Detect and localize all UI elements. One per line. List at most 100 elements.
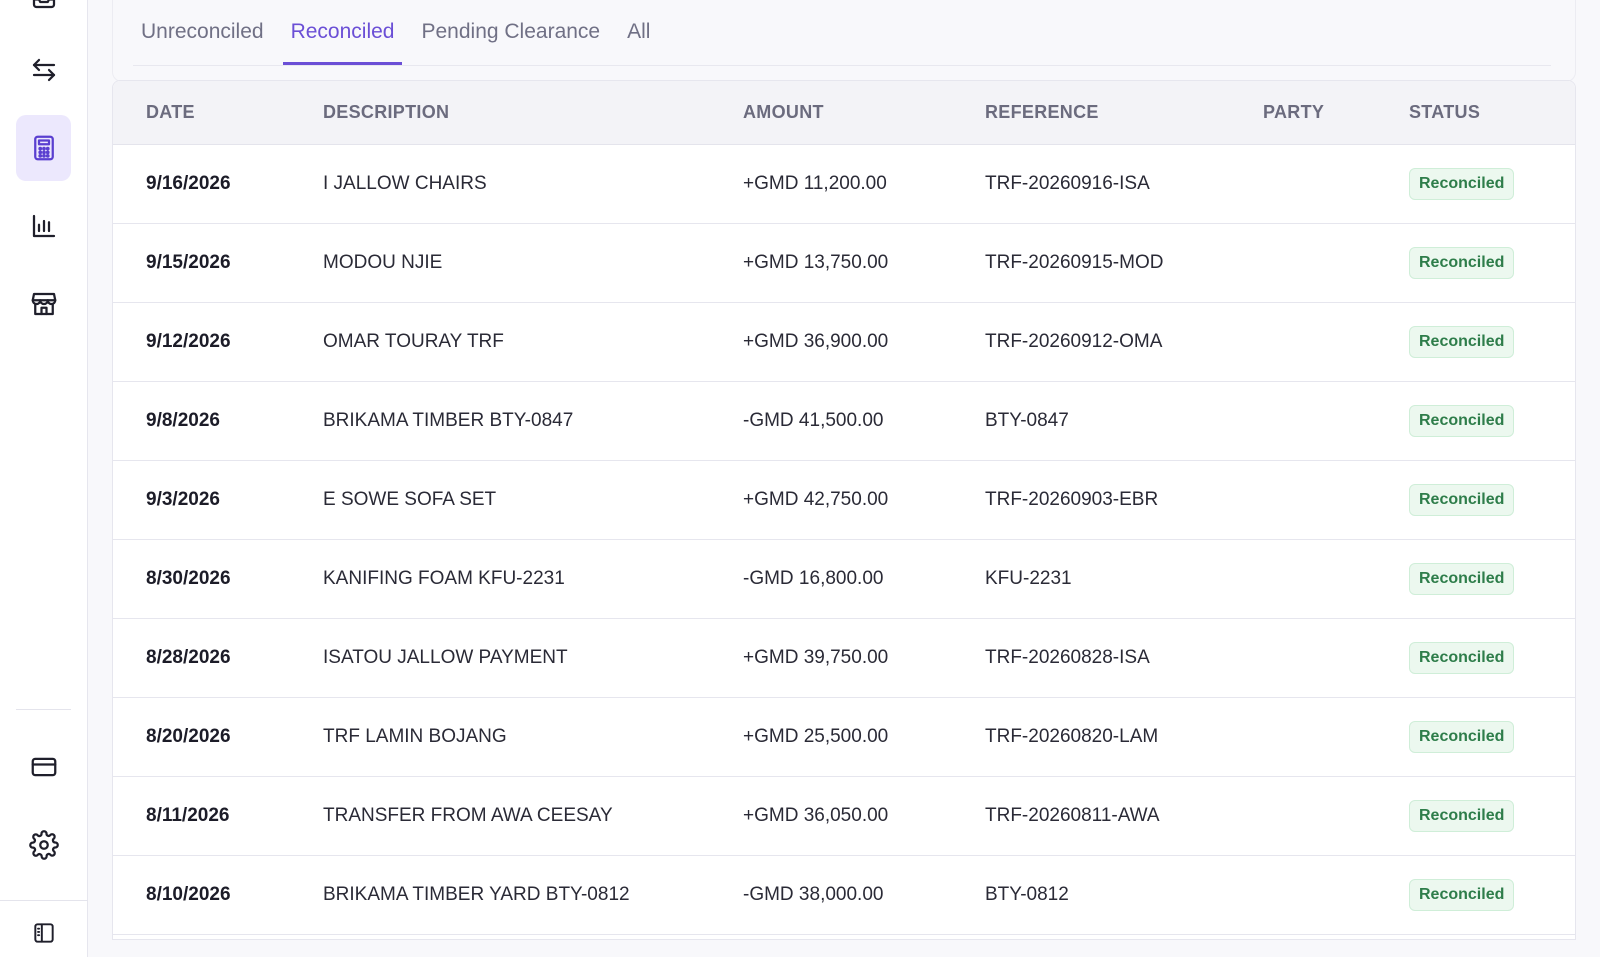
cell-party (1263, 381, 1409, 460)
tab-unreconciled[interactable]: Unreconciled (133, 20, 272, 65)
cell-reference: TRF-20260912-OMA (985, 330, 1163, 352)
cell-status: Reconciled (1409, 776, 1575, 855)
main-content: Unreconciled Reconciled Pending Clearanc… (112, 0, 1576, 957)
cell-description: OMAR TOURAY TRF (323, 330, 504, 352)
transactions-table-container: DATE DESCRIPTION AMOUNT REFERENCE PARTY … (112, 80, 1576, 940)
cell-party (1263, 618, 1409, 697)
cell-date: 8/10/2026 (146, 883, 231, 905)
cell-description: MODOU NJIE (323, 251, 443, 273)
sidebar-item-store[interactable] (16, 271, 71, 337)
cell-status: Reconciled (1409, 539, 1575, 618)
status-badge: Reconciled (1409, 720, 1515, 753)
cell-reference: TRF-20260916-ISA (985, 172, 1150, 194)
cell-date: 8/28/2026 (146, 646, 231, 668)
cell-date: 8/11/2026 (146, 804, 230, 826)
transactions-table: DATE DESCRIPTION AMOUNT REFERENCE PARTY … (113, 81, 1575, 935)
cell-description: KANIFING FOAM KFU-2231 (323, 567, 565, 589)
cell-party (1263, 855, 1409, 934)
cell-description: I JALLOW CHAIRS (323, 172, 487, 194)
column-header-party[interactable]: PARTY (1263, 81, 1409, 145)
cell-description: ISATOU JALLOW PAYMENT (323, 646, 568, 668)
transfer-arrows-icon (32, 58, 55, 82)
sidebar-divider (16, 709, 71, 710)
cell-amount: +GMD 39,750.00 (743, 646, 889, 668)
cell-amount: +GMD 11,200.00 (743, 172, 887, 194)
cell-amount: +GMD 42,750.00 (743, 488, 889, 510)
cell-date: 9/12/2026 (146, 330, 231, 352)
status-badge: Reconciled (1409, 325, 1515, 358)
column-header-date[interactable]: DATE (113, 81, 323, 145)
cell-description: TRANSFER FROM AWA CEESAY (323, 804, 613, 826)
cell-amount: -GMD 38,000.00 (743, 883, 884, 905)
column-header-description[interactable]: DESCRIPTION (323, 81, 743, 145)
cell-reference: TRF-20260915-MOD (985, 251, 1164, 273)
cell-status: Reconciled (1409, 460, 1575, 539)
table-row[interactable]: 9/15/2026 MODOU NJIE +GMD 13,750.00 TRF-… (113, 223, 1575, 302)
cell-date: 9/16/2026 (146, 172, 231, 194)
sidebar-item-inbox[interactable] (16, 0, 71, 30)
sidebar-item-transfers[interactable] (16, 37, 71, 103)
credit-card-icon (31, 757, 56, 777)
cell-description: TRF LAMIN BOJANG (323, 725, 507, 747)
bar-chart-icon (32, 214, 55, 238)
cell-party (1263, 223, 1409, 302)
tab-reconciled[interactable]: Reconciled (282, 20, 403, 65)
cell-status: Reconciled (1409, 697, 1575, 776)
gear-icon (28, 830, 59, 860)
sidebar-item-settings[interactable] (16, 812, 71, 878)
cell-status: Reconciled (1409, 223, 1575, 302)
cell-status: Reconciled (1409, 302, 1575, 381)
sidebar-item-cards[interactable] (16, 734, 71, 800)
cell-party (1263, 460, 1409, 539)
column-header-status[interactable]: STATUS (1409, 81, 1575, 145)
cell-amount: -GMD 16,800.00 (743, 567, 884, 589)
column-header-amount[interactable]: AMOUNT (743, 81, 985, 145)
table-row[interactable]: 8/11/2026 TRANSFER FROM AWA CEESAY +GMD … (113, 776, 1575, 855)
cell-reference: KFU-2231 (985, 567, 1072, 589)
cell-reference: TRF-20260820-LAM (985, 725, 1159, 747)
cell-date: 9/3/2026 (146, 488, 220, 510)
status-badge: Reconciled (1409, 562, 1515, 595)
cell-amount: +GMD 25,500.00 (743, 725, 889, 747)
table-row[interactable]: 8/30/2026 KANIFING FOAM KFU-2231 -GMD 16… (113, 539, 1575, 618)
cell-reference: BTY-0847 (985, 409, 1069, 431)
cell-reference: TRF-20260828-ISA (985, 646, 1150, 668)
cell-status: Reconciled (1409, 618, 1575, 697)
table-row[interactable]: 9/16/2026 I JALLOW CHAIRS +GMD 11,200.00… (113, 144, 1575, 223)
tab-all[interactable]: All (619, 20, 658, 65)
cell-status: Reconciled (1409, 144, 1575, 223)
table-row[interactable]: 8/28/2026 ISATOU JALLOW PAYMENT +GMD 39,… (113, 618, 1575, 697)
table-row[interactable]: 8/10/2026 BRIKAMA TIMBER YARD BTY-0812 -… (113, 855, 1575, 934)
table-row[interactable]: 9/3/2026 E SOWE SOFA SET +GMD 42,750.00 … (113, 460, 1575, 539)
tab-pending-clearance[interactable]: Pending Clearance (413, 20, 608, 65)
column-header-reference[interactable]: REFERENCE (985, 81, 1263, 145)
cell-amount: -GMD 41,500.00 (743, 409, 884, 431)
status-tabs: Unreconciled Reconciled Pending Clearanc… (133, 0, 1551, 66)
sidebar-toggle-icon (33, 923, 54, 943)
calculator-icon (33, 135, 54, 161)
sidebar-collapse-button[interactable] (16, 900, 71, 957)
table-row[interactable]: 9/8/2026 BRIKAMA TIMBER BTY-0847 -GMD 41… (113, 381, 1575, 460)
cell-party (1263, 697, 1409, 776)
table-row[interactable]: 9/12/2026 OMAR TOURAY TRF +GMD 36,900.00… (113, 302, 1575, 381)
status-badge: Reconciled (1409, 641, 1515, 674)
cell-date: 8/20/2026 (146, 725, 231, 747)
sidebar-item-reconciliation[interactable] (16, 115, 71, 181)
cell-reference: BTY-0812 (985, 883, 1069, 905)
cell-reference: TRF-20260811-AWA (985, 804, 1160, 826)
cell-party (1263, 144, 1409, 223)
sidebar-item-reports[interactable] (16, 193, 71, 259)
cell-amount: +GMD 36,900.00 (743, 330, 889, 352)
cell-reference: TRF-20260903-EBR (985, 488, 1159, 510)
status-badge: Reconciled (1409, 404, 1515, 437)
cell-date: 8/30/2026 (146, 567, 231, 589)
status-badge: Reconciled (1409, 878, 1515, 911)
sidebar (0, 0, 88, 957)
tabs-panel: Unreconciled Reconciled Pending Clearanc… (112, 0, 1576, 82)
cell-description: BRIKAMA TIMBER BTY-0847 (323, 409, 574, 431)
cell-date: 9/8/2026 (146, 409, 220, 431)
cell-description: BRIKAMA TIMBER YARD BTY-0812 (323, 883, 630, 905)
status-badge: Reconciled (1409, 483, 1515, 516)
table-row[interactable]: 8/20/2026 TRF LAMIN BOJANG +GMD 25,500.0… (113, 697, 1575, 776)
cell-description: E SOWE SOFA SET (323, 488, 497, 510)
